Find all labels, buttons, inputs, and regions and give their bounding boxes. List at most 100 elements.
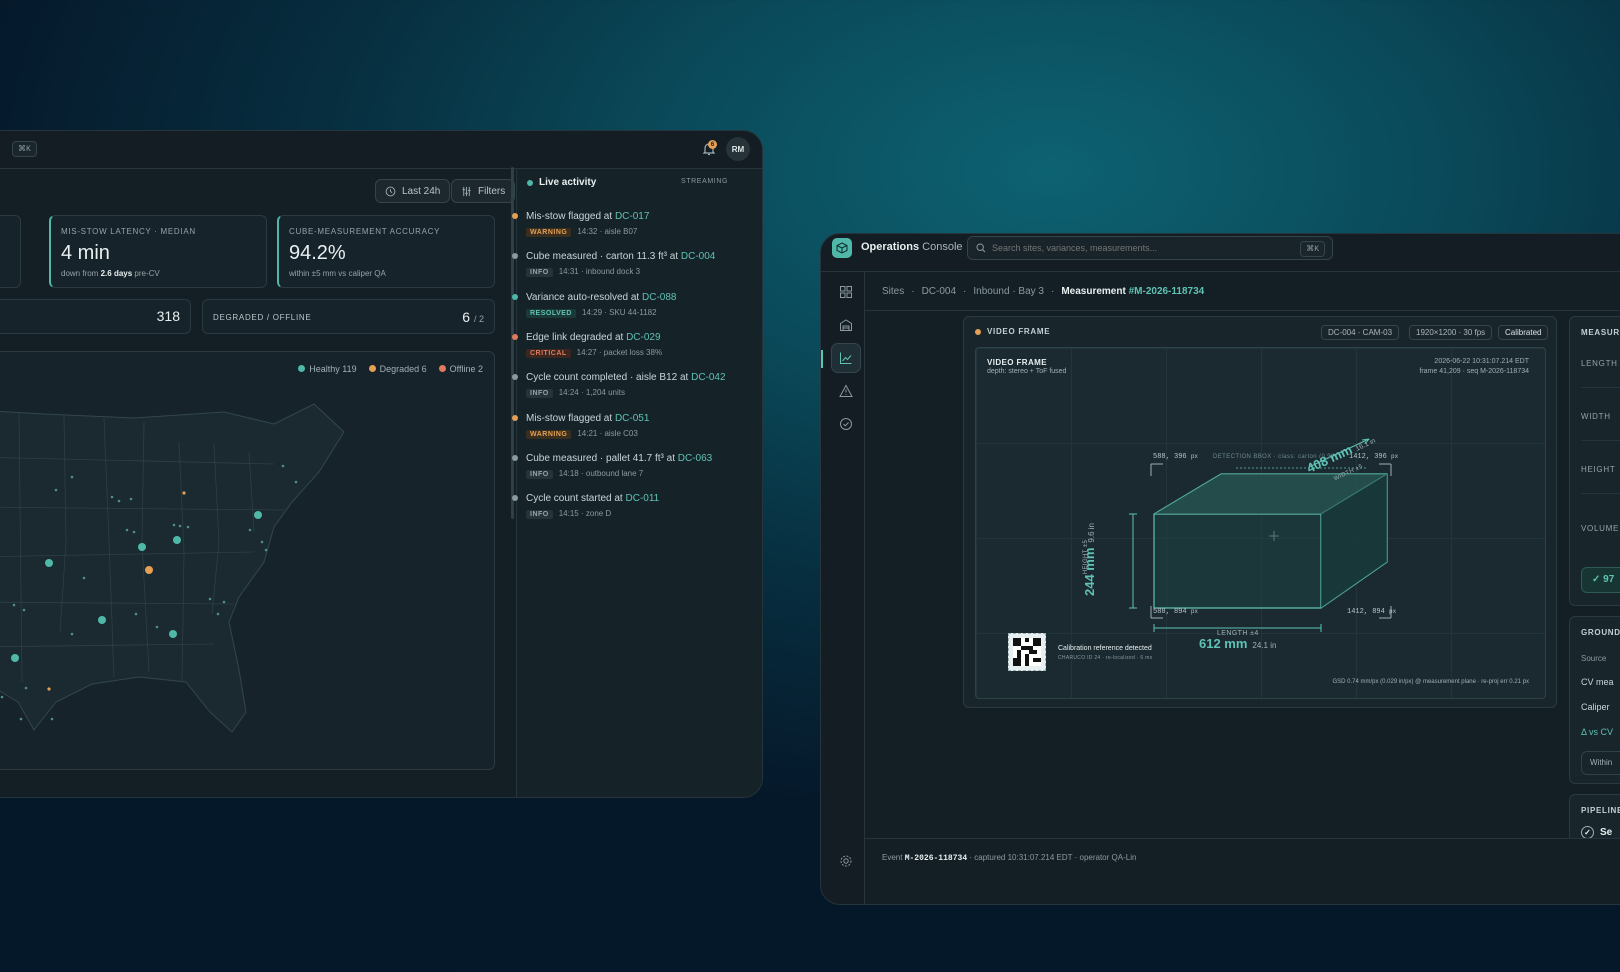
activity-item[interactable]: Cube measured · pallet 41.7 ft³ at DC-06… bbox=[512, 452, 712, 479]
activity-text: Variance auto-resolved at bbox=[526, 291, 642, 303]
time-range-label: Last 24h bbox=[402, 185, 441, 197]
activity-text: Mis-stow flagged at bbox=[526, 211, 615, 222]
activity-meta: WARNING 14:32 · aisle B07 bbox=[526, 227, 649, 237]
activity-site-link[interactable]: DC-011 bbox=[626, 493, 660, 504]
kpi-value: 4 min bbox=[61, 242, 110, 264]
activity-item[interactable]: Cycle count completed · aisle B12 at DC-… bbox=[512, 372, 726, 399]
severity-badge: INFO bbox=[526, 268, 553, 278]
filters-button[interactable]: Filters bbox=[451, 179, 516, 203]
avatar[interactable]: RM bbox=[726, 137, 750, 161]
corner-bottom-left: 588, 894 px bbox=[1153, 608, 1199, 616]
activity-text: Cube measured · pallet 41.7 ft³ at bbox=[526, 452, 678, 464]
activity-text: Mis-stow flagged at bbox=[526, 412, 615, 424]
height-tolerance: HEIGHT ±5 bbox=[1083, 539, 1090, 575]
activity-site-link[interactable]: DC-004 bbox=[681, 251, 715, 262]
stat-label: DEGRADED / OFFLINE bbox=[213, 313, 312, 322]
stat-card-degraded: DEGRADED / OFFLINE 6 / 2 bbox=[202, 299, 495, 334]
kpi-subtext: down from 2.6 days pre-CV bbox=[61, 269, 160, 278]
gsd-readout: GSD 0.74 mm/px (0.029 in/px) @ measureme… bbox=[1332, 679, 1529, 685]
activity-meta: INFO 14:15 · zone D bbox=[526, 509, 659, 520]
measure-row-height: HEIGHT bbox=[1581, 465, 1616, 474]
kpi-subtext: within ±5 mm vs caliper QA bbox=[289, 269, 386, 278]
activity-meta: INFO 14:18 · outbound lane 7 bbox=[526, 469, 712, 479]
kpi-card-accuracy[interactable]: CUBE-MEASUREMENT ACCURACY 94.2% within ±… bbox=[277, 215, 495, 288]
measure-row-volume: VOLUME bbox=[1581, 524, 1619, 533]
corner-bottom-right: 1412, 894 px bbox=[1347, 608, 1397, 616]
within-tolerance-chip: Within bbox=[1581, 751, 1620, 775]
ground-row-delta: Δ vs CV bbox=[1581, 727, 1614, 737]
console-window: Operations Console ⌘K Sites· DC-004· Inb… bbox=[820, 233, 1620, 905]
stat-value: 6 / 2 bbox=[462, 309, 484, 325]
check-icon: ✓ bbox=[1592, 574, 1601, 585]
measurement-panel: MEASUR LENGTH WIDTH HEIGHT VOLUME ✓ 97 bbox=[1569, 316, 1620, 606]
activity-status-dot bbox=[512, 454, 518, 461]
activity-status-dot bbox=[512, 414, 518, 421]
pipeline-title: PIPELINE bbox=[1581, 806, 1620, 815]
confidence-chip[interactable]: ✓ 97 bbox=[1581, 567, 1620, 593]
site-map-card: Healthy 119 Degraded 6 Offline 2 bbox=[0, 351, 495, 770]
kpi-label: CUBE-MEASUREMENT ACCURACY bbox=[289, 227, 441, 236]
activity-text: Cube measured · carton 11.3 ft³ at bbox=[526, 251, 681, 263]
event-footer: Event M-2026-118734 · captured 10:31:07.… bbox=[865, 838, 1620, 878]
activity-text: Edge link degraded at bbox=[526, 331, 627, 343]
sliders-icon bbox=[462, 186, 471, 196]
clock-icon bbox=[385, 186, 396, 196]
activity-meta: INFO 14:24 · 1,204 units bbox=[526, 388, 726, 399]
carton-wireframe bbox=[1129, 438, 1392, 632]
filters-label: Filters bbox=[478, 185, 506, 197]
activity-text: Cycle count completed · aisle B12 at bbox=[526, 372, 692, 384]
severity-badge: INFO bbox=[526, 389, 553, 399]
activity-item[interactable]: Edge link degraded at DC-029 CRITICAL 14:2… bbox=[512, 331, 662, 358]
activity-item[interactable]: Mis-stow flagged at DC-051 WARNING 14:21 ·… bbox=[512, 412, 649, 439]
activity-item[interactable]: Variance auto-resolved at DC-088 RESOLVED… bbox=[512, 291, 676, 318]
streaming-status: STREAMING bbox=[681, 178, 729, 185]
severity-badge: RESOLVED bbox=[526, 308, 576, 318]
dashboard-window: ⌘K 6 RM Last 24h Filters MIS-STOW LATENC… bbox=[0, 130, 763, 798]
ground-truth-panel: GROUND Source CV mea Caliper Δ vs CV Wit… bbox=[1569, 616, 1620, 784]
activity-meta: INFO 14:31 · inbound dock 3 bbox=[526, 267, 715, 278]
activity-site-link[interactable]: DC-029 bbox=[626, 332, 660, 343]
length-readout: 612 mm 24.1 in bbox=[1199, 636, 1277, 651]
notification-count-badge: 6 bbox=[708, 140, 717, 149]
ground-truth-title: GROUND bbox=[1581, 628, 1620, 637]
kpi-card-partial bbox=[0, 215, 21, 288]
calibration-marker-icon bbox=[1008, 633, 1046, 671]
us-map bbox=[0, 403, 345, 733]
kpi-value: 94.2% bbox=[289, 242, 346, 264]
activity-meta: WARNING 14:21 · aisle C03 bbox=[526, 429, 649, 439]
dashboard-topbar bbox=[0, 131, 762, 169]
stat-card-total: 318 bbox=[0, 299, 191, 334]
calibration-title: Calibration reference detected bbox=[1058, 645, 1152, 652]
activity-site-link[interactable]: DC-017 bbox=[615, 211, 649, 222]
ground-row-cv: CV mea bbox=[1581, 677, 1614, 687]
measure-row-length: LENGTH bbox=[1581, 359, 1618, 368]
severity-badge: WARNING bbox=[526, 228, 572, 237]
severity-badge: CRITICAL bbox=[526, 348, 571, 358]
kpi-label: MIS-STOW LATENCY · MEDIAN bbox=[61, 227, 196, 236]
activity-site-link[interactable]: DC-042 bbox=[691, 372, 725, 383]
activity-status-dot bbox=[512, 213, 518, 219]
activity-scrollbar[interactable] bbox=[511, 167, 514, 519]
activity-text: Cycle count started at bbox=[526, 493, 626, 505]
calibration-subtitle: CHARUCO ID 24 · re-localized · 6 ms bbox=[1058, 655, 1153, 661]
stat-value: 318 bbox=[156, 308, 180, 324]
measure-row-width: WIDTH bbox=[1581, 412, 1611, 421]
corner-top-left: 588, 396 px bbox=[1153, 453, 1199, 461]
activity-site-link[interactable]: DC-088 bbox=[642, 292, 676, 303]
activity-item[interactable]: Cube measured · carton 11.3 ft³ at DC-00… bbox=[512, 251, 715, 278]
activity-header: Live activity bbox=[527, 177, 596, 188]
time-range-button[interactable]: Last 24h bbox=[375, 179, 451, 203]
activity-status-dot bbox=[512, 333, 518, 340]
activity-item[interactable]: Mis-stow flagged at DC-017 WARNING 14:32 ·… bbox=[512, 211, 649, 237]
activity-title: Live activity bbox=[539, 177, 597, 188]
activity-meta: CRITICAL 14:27 · packet loss 38% bbox=[526, 348, 662, 358]
kpi-card-latency[interactable]: MIS-STOW LATENCY · MEDIAN 4 min down fro… bbox=[49, 215, 267, 288]
ground-row-caliper: Caliper bbox=[1581, 702, 1610, 712]
activity-item[interactable]: Cycle count started at DC-011 INFO 14:15 ·… bbox=[512, 493, 660, 520]
severity-badge: INFO bbox=[526, 510, 553, 520]
activity-site-link[interactable]: DC-051 bbox=[615, 413, 649, 424]
activity-site-link[interactable]: DC-063 bbox=[678, 453, 712, 464]
severity-badge: INFO bbox=[526, 469, 553, 479]
search-shortcut[interactable]: ⌘K bbox=[12, 141, 37, 157]
activity-meta: RESOLVED 14:29 · SKU 44-1182 bbox=[526, 308, 676, 318]
